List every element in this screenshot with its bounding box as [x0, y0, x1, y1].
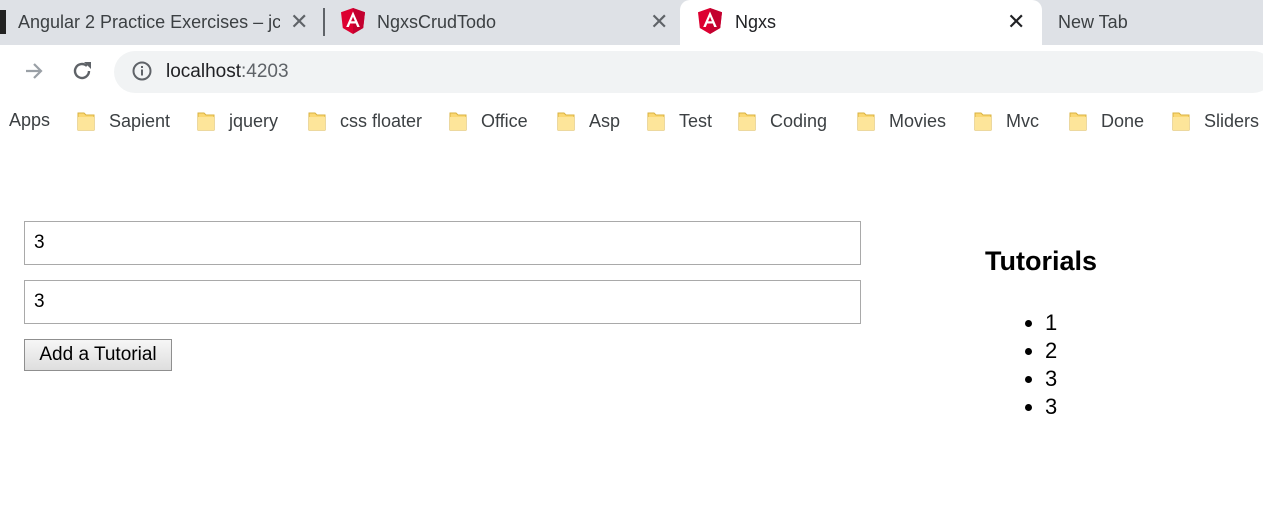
bookmark-asp[interactable]: Asp: [557, 110, 620, 132]
folder-icon: [308, 112, 326, 131]
close-icon[interactable]: ✕: [290, 9, 308, 35]
url-port: :4203: [241, 61, 289, 82]
bookmark-label: Mvc: [1006, 110, 1039, 131]
tab-title: New Tab: [1058, 12, 1128, 32]
url-host: localhost: [166, 61, 241, 82]
folder-icon: [974, 112, 992, 131]
bookmark-apps[interactable]: Apps: [9, 110, 50, 131]
bookmark-label: Done: [1101, 110, 1145, 131]
tutorial-name-input[interactable]: [24, 221, 861, 265]
folder-icon: [449, 112, 467, 131]
bookmark-mvc[interactable]: Mvc: [974, 110, 1039, 132]
bookmark-sapient[interactable]: Sapient: [77, 110, 170, 132]
tab-ngxscrudtodo[interactable]: NgxsCrudTodo ✕: [325, 0, 678, 45]
url-text: localhost:4203: [166, 61, 289, 83]
bookmark-label: css floater: [340, 110, 423, 131]
bookmark-label: Sapient: [109, 110, 171, 131]
tab-title: Angular 2 Practice Exercises – jco: [18, 12, 280, 32]
close-icon[interactable]: ✕: [1007, 9, 1025, 35]
reload-icon: [73, 62, 91, 80]
tutorial-url-input[interactable]: [24, 280, 861, 324]
arrow-right-icon: [26, 63, 43, 79]
bookmark-jquery[interactable]: jquery: [197, 110, 278, 132]
bookmark-office[interactable]: Office: [449, 110, 528, 132]
bookmark-label: Test: [679, 110, 713, 131]
bookmark-label: jquery: [229, 110, 279, 131]
folder-icon: [647, 112, 665, 131]
folder-icon: [77, 112, 95, 131]
reload-button[interactable]: [68, 57, 96, 85]
info-icon[interactable]: [132, 61, 152, 81]
bookmark-label: Office: [481, 110, 528, 131]
bookmark-coding[interactable]: Coding: [738, 110, 827, 132]
folder-icon: [1172, 112, 1190, 131]
bookmark-test[interactable]: Test: [647, 110, 712, 132]
bookmark-label: Apps: [9, 110, 51, 130]
folder-icon: [857, 112, 875, 131]
list-item: 3: [1045, 365, 1057, 393]
tab-new-tab[interactable]: New Tab: [1042, 0, 1263, 45]
tab-title: NgxsCrudTodo: [377, 12, 497, 32]
address-bar[interactable]: localhost:4203: [114, 51, 1263, 93]
bookmark-label: Sliders: [1204, 110, 1260, 131]
folder-icon: [197, 112, 215, 131]
tutorials-heading: Tutorials: [985, 246, 1098, 276]
angular-icon: [698, 8, 722, 34]
folder-icon: [738, 112, 756, 131]
folder-icon: [557, 112, 575, 131]
bookmark-sliders[interactable]: Sliders: [1172, 110, 1259, 132]
list-item: 2: [1045, 337, 1057, 365]
tab-title: Ngxs: [735, 12, 777, 32]
forward-button[interactable]: [20, 57, 48, 85]
close-icon[interactable]: ✕: [650, 9, 668, 35]
browser-toolbar: localhost:4203: [0, 45, 1263, 97]
tutorials-list: 1 2 3 3: [1005, 309, 1057, 421]
bookmarks-bar: Apps Sapient jquery css floater Office A…: [0, 97, 1263, 145]
folder-icon: [1069, 112, 1087, 131]
dark-square-icon: [0, 10, 6, 34]
angular-icon: [341, 8, 365, 34]
bookmark-label: Movies: [889, 110, 947, 131]
bookmark-css-floater[interactable]: css floater: [308, 110, 422, 132]
list-item: 3: [1045, 393, 1057, 421]
bookmark-movies[interactable]: Movies: [857, 110, 946, 132]
tab-strip: Angular 2 Practice Exercises – jco ✕ Ngx…: [0, 0, 1263, 45]
tab-angular-practice[interactable]: Angular 2 Practice Exercises – jco ✕: [0, 0, 324, 45]
tab-ngxs[interactable]: Ngxs ✕: [680, 0, 1042, 45]
bookmark-label: Asp: [589, 110, 621, 131]
list-item: 1: [1045, 309, 1057, 337]
add-tutorial-button[interactable]: Add a Tutorial: [24, 339, 172, 371]
bookmark-done[interactable]: Done: [1069, 110, 1144, 132]
bookmark-label: Coding: [770, 110, 828, 131]
